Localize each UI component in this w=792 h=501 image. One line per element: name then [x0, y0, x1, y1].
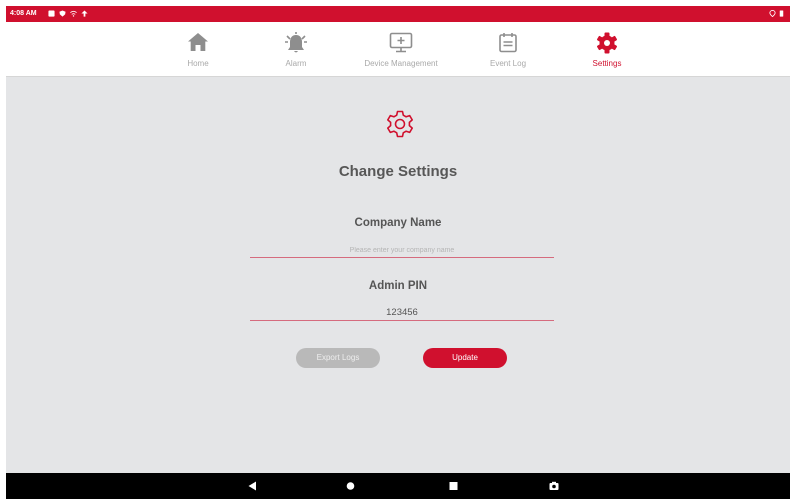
settings-gear-icon [387, 110, 413, 138]
upload-icon [81, 10, 88, 17]
back-icon[interactable] [248, 481, 257, 491]
nav-item-alarm[interactable]: Alarm [266, 22, 326, 76]
admin-pin-input[interactable] [250, 304, 554, 321]
company-name-input[interactable] [250, 242, 554, 259]
device-management-icon [389, 32, 413, 53]
nav-label-alarm: Alarm [285, 59, 307, 68]
location-icon [769, 10, 776, 17]
gear-icon [597, 32, 617, 54]
export-logs-button[interactable]: Export Logs [296, 348, 380, 368]
company-name-field[interactable] [250, 239, 554, 259]
nav-label-home: Home [187, 59, 209, 68]
alarm-icon [285, 32, 307, 53]
battery-icon [779, 10, 784, 17]
wifi-status-icon [70, 10, 77, 17]
system-navigation-bar [6, 473, 790, 499]
nav-label-device-management: Device Management [364, 59, 438, 68]
page-title: Change Settings [338, 163, 458, 180]
event-log-icon [499, 33, 517, 53]
nav-label-event-log: Event Log [489, 59, 527, 68]
app-window: 4:08 AM Home Alarm Device Management Eve… [6, 6, 790, 499]
shield-icon [59, 10, 66, 17]
nav-item-device-management[interactable]: Device Management [353, 22, 449, 76]
recents-icon[interactable] [449, 481, 458, 491]
status-bar: 4:08 AM [6, 6, 790, 22]
nav-label-settings: Settings [592, 59, 622, 68]
screenshot-icon[interactable] [549, 481, 559, 491]
navigation-bar: Home Alarm Device Management Event Log S… [6, 22, 790, 77]
nav-item-event-log[interactable]: Event Log [478, 22, 538, 76]
nav-item-home[interactable]: Home [168, 22, 228, 76]
notification-icon [48, 10, 55, 17]
home-circle-icon[interactable] [346, 481, 355, 491]
status-time: 4:08 AM [10, 10, 37, 17]
update-button[interactable]: Update [423, 348, 507, 368]
home-icon [188, 33, 208, 51]
nav-item-settings[interactable]: Settings [577, 22, 637, 76]
admin-pin-label: Admin PIN [368, 280, 428, 292]
admin-pin-field[interactable] [250, 302, 554, 321]
company-name-label: Company Name [354, 217, 442, 229]
